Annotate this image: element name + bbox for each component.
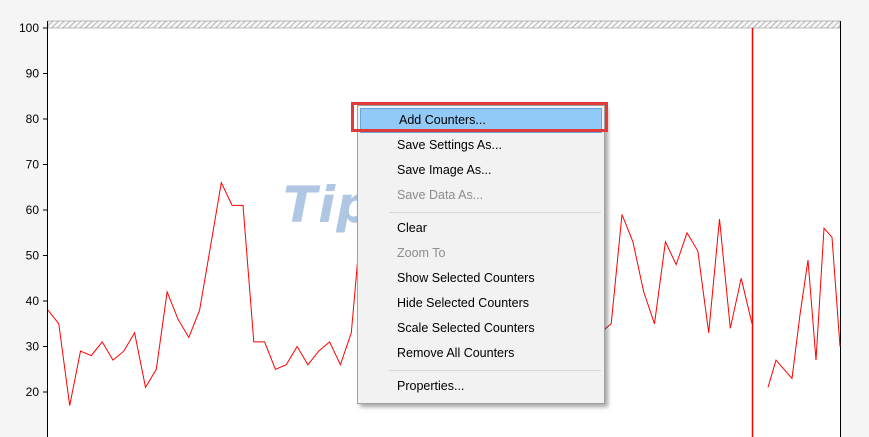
menu-item-save-image-as[interactable]: Save Image As... bbox=[358, 158, 604, 183]
y-tick-label: 90 bbox=[26, 67, 40, 81]
y-tick-label: 30 bbox=[26, 340, 40, 354]
menu-item-zoom-to: Zoom To bbox=[397, 246, 446, 260]
y-tick-label: 70 bbox=[26, 158, 40, 172]
y-tick-label: 40 bbox=[26, 294, 40, 308]
menu-separator bbox=[389, 212, 601, 213]
menu-item-remove-all-counters[interactable]: Remove All Counters bbox=[358, 341, 604, 366]
menu-item-properties[interactable]: Properties... bbox=[358, 374, 604, 399]
menu-separator bbox=[389, 370, 601, 371]
context-menu: Add Counters... Save Settings As... Save I… bbox=[357, 105, 605, 404]
menu-item-save-data-as: Save Data As... bbox=[397, 188, 484, 202]
y-tick-label: 50 bbox=[26, 249, 40, 263]
plot-top-hatch bbox=[47, 20, 841, 29]
menu-item-scale-selected-counters[interactable]: Scale Selected Counters bbox=[358, 316, 604, 341]
y-tick-label: 60 bbox=[26, 203, 40, 217]
menu-item-hide-selected-counters[interactable]: Hide Selected Counters bbox=[358, 291, 604, 316]
y-axis: 100 90 80 70 60 50 40 30 20 bbox=[19, 21, 48, 399]
menu-item-save-settings-as[interactable]: Save Settings As... bbox=[358, 133, 604, 158]
performance-monitor-window: 1009080706050403020 TipsMake.com Add Cou… bbox=[0, 0, 869, 437]
y-tick-label: 20 bbox=[26, 385, 40, 399]
y-tick-label: 80 bbox=[26, 112, 40, 126]
menu-item-show-selected-counters[interactable]: Show Selected Counters bbox=[358, 266, 604, 291]
menu-item-add-counters[interactable]: Add Counters... bbox=[360, 108, 602, 133]
menu-item-clear[interactable]: Clear bbox=[358, 216, 604, 241]
y-tick-label: 100 bbox=[19, 21, 39, 35]
